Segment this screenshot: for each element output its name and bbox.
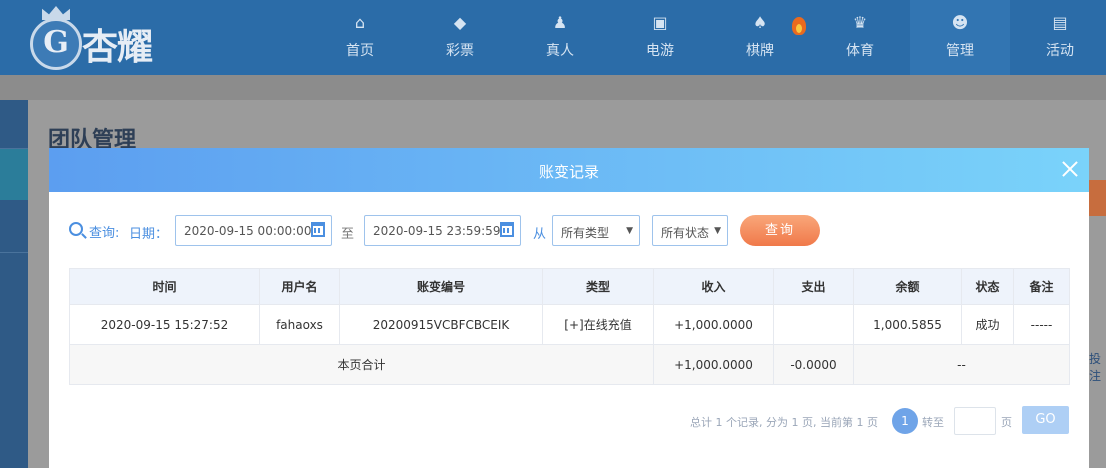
- dialog-header: 账变记录: [49, 148, 1089, 192]
- from-label: 从: [533, 227, 547, 242]
- nav-item-live[interactable]: ♟ 真人: [510, 0, 610, 75]
- goto-page-input[interactable]: [954, 407, 996, 435]
- cell-remark: -----: [1013, 304, 1070, 345]
- top-nav: G 杏耀 ⌂ 首页 ◆ 彩票 ♟ 真人 ▣ 电游 ♠ 棋牌 ♛ 体育 ☻ 管理 …: [0, 0, 1106, 75]
- calendar-icon[interactable]: [500, 222, 514, 237]
- summary-row: 本页合计 +1,000.0000 -0.0000 --: [69, 344, 1070, 385]
- cell-status: 成功: [961, 304, 1014, 345]
- brand-name: 杏耀: [82, 27, 153, 68]
- nav-label: 活动: [1046, 43, 1074, 59]
- divider: [0, 252, 28, 253]
- close-icon[interactable]: [1059, 158, 1081, 180]
- side-menu: [0, 100, 28, 468]
- background-button: [1089, 180, 1106, 216]
- nav-item-lottery[interactable]: ◆ 彩票: [410, 0, 510, 75]
- hot-flame-icon: [792, 17, 806, 35]
- status-select-value: 所有状态: [661, 226, 710, 240]
- nav-label: 体育: [846, 43, 874, 59]
- goto-label: 转至: [922, 416, 944, 429]
- go-button[interactable]: GO: [1022, 406, 1069, 434]
- cell-balance: 1,000.5855: [853, 304, 962, 345]
- column-header: 时间: [69, 268, 260, 305]
- calendar-icon[interactable]: [311, 222, 325, 237]
- search-icon: [69, 222, 83, 236]
- chevron-down-icon: ▼: [714, 226, 721, 236]
- type-select-value: 所有类型: [561, 226, 610, 240]
- query-button[interactable]: 查询: [740, 215, 820, 246]
- cell-income: +1,000.0000: [653, 304, 774, 345]
- logo[interactable]: G 杏耀: [30, 6, 180, 70]
- column-header: 类型: [542, 268, 654, 305]
- column-header: 状态: [961, 268, 1014, 305]
- pager-info: 总计 1 个记录, 分为 1 页, 当前第 1 页: [690, 416, 878, 429]
- nav-label: 管理: [946, 43, 974, 59]
- divider: [0, 148, 28, 149]
- end-date-value: 2020-09-15 23:59:59: [373, 224, 501, 238]
- type-select[interactable]: 所有类型 ▼: [552, 215, 640, 246]
- nav-label: 首页: [346, 43, 374, 59]
- chevron-down-icon: ▼: [626, 226, 633, 236]
- nav-item-sports[interactable]: ♛ 体育: [810, 0, 910, 75]
- nav-label: 电游: [646, 43, 674, 59]
- logo-crest: G: [30, 18, 82, 70]
- date-label: 日期：: [129, 227, 169, 242]
- home-icon: ⌂: [354, 12, 366, 32]
- column-header: 用户名: [259, 268, 340, 305]
- nav-label: 棋牌: [746, 43, 774, 59]
- table-row: 2020-09-15 15:27:52 fahaoxs 20200915VCBF…: [69, 304, 1070, 345]
- cell-username: fahaoxs: [259, 304, 340, 345]
- summary-income: +1,000.0000: [653, 344, 774, 385]
- column-header: 余额: [853, 268, 962, 305]
- nav-item-slots[interactable]: ▣ 电游: [610, 0, 710, 75]
- column-header: 备注: [1013, 268, 1070, 305]
- summary-label: 本页合计: [69, 344, 654, 385]
- column-header: 账变编号: [339, 268, 543, 305]
- cell-expense: [773, 304, 854, 345]
- column-header: 支出: [773, 268, 854, 305]
- cell-time: 2020-09-15 15:27:52: [69, 304, 260, 345]
- nav-item-cards[interactable]: ♠ 棋牌: [710, 0, 810, 75]
- start-date-input[interactable]: 2020-09-15 00:00:00: [175, 215, 332, 246]
- dealer-icon: ♟: [552, 12, 568, 32]
- nav-item-manage[interactable]: ☻ 管理: [910, 0, 1010, 75]
- summary-rest: --: [853, 344, 1070, 385]
- nav-label: 真人: [546, 43, 574, 59]
- account-changes-dialog: 账变记录 查询: 日期： 2020-09-15 00:00:00 至 2020-…: [49, 148, 1089, 468]
- records-table: 时间 用户名 账变编号 类型 收入 支出 余额 状态 备注 2020-09-15…: [69, 268, 1070, 385]
- trophy-icon: ♛: [852, 12, 868, 32]
- ticket-icon: ◆: [453, 12, 467, 32]
- users-icon: ☻: [951, 12, 969, 32]
- gift-icon: ▤: [1052, 12, 1068, 32]
- start-date-value: 2020-09-15 00:00:00: [184, 224, 312, 238]
- cell-transaction-id: 20200915VCBFCBCEIK: [339, 304, 543, 345]
- nav-label: 彩票: [446, 43, 474, 59]
- background-link: 投注: [1089, 352, 1102, 383]
- slot-machine-icon: ▣: [652, 12, 668, 32]
- dialog-title: 账变记录: [538, 163, 599, 181]
- cards-icon: ♠: [752, 12, 768, 32]
- page-unit-label: 页: [1001, 416, 1012, 429]
- page-number-button[interactable]: 1: [892, 408, 918, 434]
- query-label: 查询:: [89, 226, 120, 241]
- table-header: 时间 用户名 账变编号 类型 收入 支出 余额 状态 备注: [69, 268, 1070, 305]
- side-menu-active: [0, 148, 28, 200]
- end-date-input[interactable]: 2020-09-15 23:59:59: [364, 215, 521, 246]
- nav-item-promotions[interactable]: ▤ 活动: [1010, 0, 1106, 75]
- column-header: 收入: [653, 268, 774, 305]
- to-label: 至: [341, 227, 355, 242]
- status-select[interactable]: 所有状态 ▼: [652, 215, 728, 246]
- cell-type: [+]在线充值: [542, 304, 654, 345]
- nav-item-home[interactable]: ⌂ 首页: [310, 0, 410, 75]
- summary-expense: -0.0000: [773, 344, 854, 385]
